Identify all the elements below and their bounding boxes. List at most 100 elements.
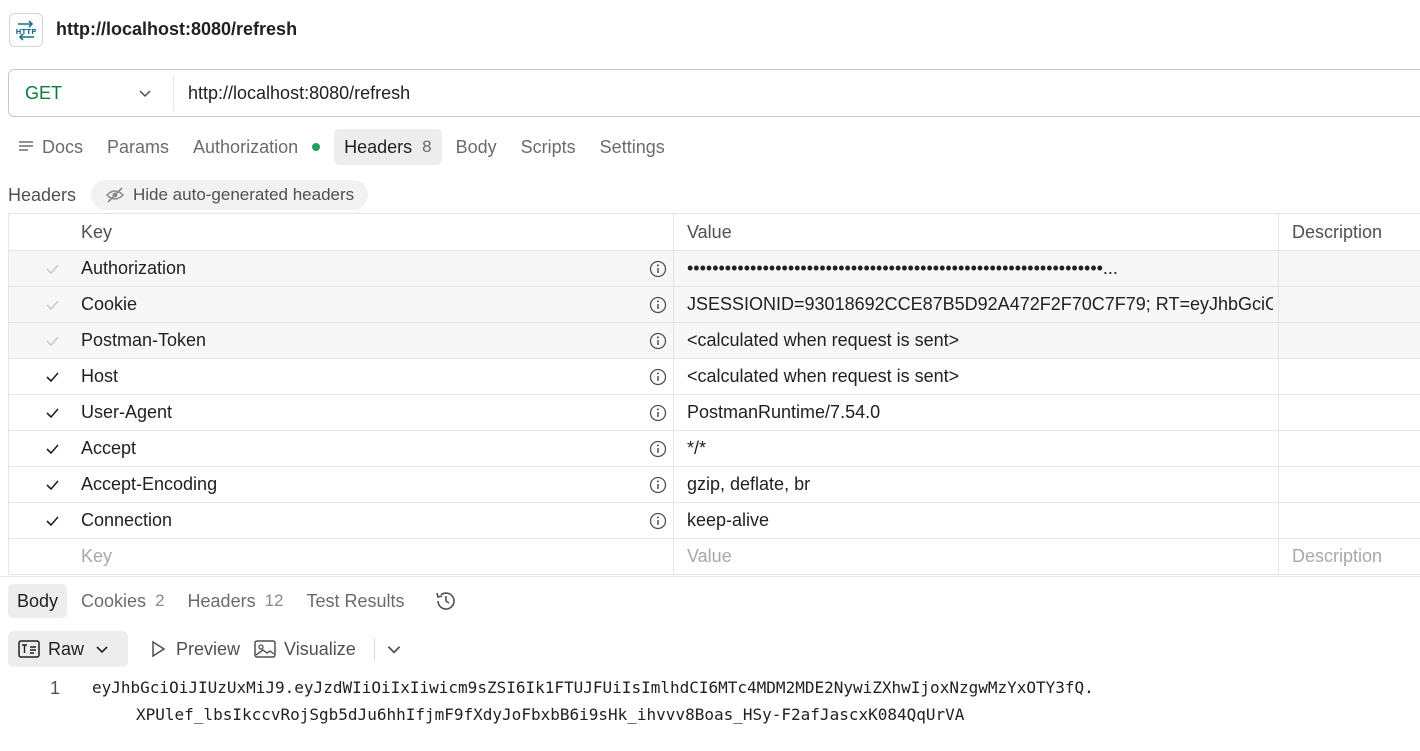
response-view-bar: Raw Preview Visualize <box>8 631 403 667</box>
history-icon[interactable] <box>433 588 459 614</box>
visualize-label: Visualize <box>284 638 356 659</box>
tab-scripts-label: Scripts <box>520 136 576 157</box>
header-description <box>1292 323 1420 358</box>
preview-label: Preview <box>176 638 241 659</box>
info-icon[interactable] <box>649 431 669 466</box>
headers-section-label: Headers <box>8 185 77 205</box>
tab-params[interactable]: Params <box>97 129 179 165</box>
header-description <box>1292 431 1420 466</box>
tab-scripts[interactable]: Scripts <box>511 129 586 165</box>
tab-params-label: Params <box>107 136 170 157</box>
tab-response-cookies[interactable]: Cookies 2 <box>72 584 174 618</box>
header-value: keep-alive <box>687 510 770 530</box>
info-icon[interactable] <box>649 359 669 394</box>
raw-view-label: Raw <box>48 638 85 659</box>
checkmark-icon <box>46 407 59 418</box>
checkmark-icon <box>46 443 59 454</box>
request-header: HTTP http://localhost:8080/refresh <box>0 0 1420 62</box>
tab-response-headers[interactable]: Headers 12 <box>179 584 293 618</box>
header-key: Connection <box>81 510 173 530</box>
new-header-row: Key Value Description <box>8 539 1420 575</box>
row-checkbox[interactable] <box>45 503 65 538</box>
header-description <box>1292 251 1420 286</box>
tab-response-body-label: Body <box>17 590 59 611</box>
new-key-input[interactable]: Key <box>81 539 641 574</box>
row-checkbox[interactable] <box>45 431 65 466</box>
view-bar-divider <box>373 638 375 660</box>
row-checkbox <box>45 287 65 322</box>
info-icon[interactable] <box>649 395 669 430</box>
row-checkbox[interactable] <box>45 395 65 430</box>
header-value: JSESSIONID=93018692CCE87B5D92A472F2F70C7… <box>687 294 1273 314</box>
tab-settings[interactable]: Settings <box>590 129 675 165</box>
tab-authorization[interactable]: Authorization <box>183 129 330 165</box>
raw-view-button[interactable]: Raw <box>8 631 129 667</box>
preview-button[interactable]: Preview <box>136 631 252 667</box>
new-value-input[interactable]: Value <box>687 539 1273 574</box>
response-divider[interactable] <box>0 576 1420 577</box>
table-row: Postman-Token <calculated when request is… <box>8 323 1420 359</box>
svg-text:HTTP: HTTP <box>16 28 37 36</box>
checkmark-icon <box>46 264 59 274</box>
header-key: User-Agent <box>81 402 173 422</box>
chevron-down-icon[interactable] <box>137 85 153 101</box>
header-description <box>1292 359 1420 394</box>
url-divider <box>173 76 174 110</box>
row-checkbox[interactable] <box>45 467 65 502</box>
info-icon[interactable] <box>649 503 669 538</box>
request-tabs: Docs Params Authorization Headers 8 Body… <box>8 129 679 165</box>
info-icon[interactable] <box>649 467 669 502</box>
chevron-down-icon[interactable] <box>385 640 403 658</box>
table-row: Cookie JSESSIONID=93018692CCE87B5D92A472F… <box>8 287 1420 323</box>
image-icon <box>254 640 276 658</box>
checkmark-icon <box>46 515 59 526</box>
tab-authorization-label: Authorization <box>193 136 299 157</box>
header-description <box>1292 287 1420 322</box>
tab-settings-label: Settings <box>599 136 665 157</box>
request-title[interactable]: http://localhost:8080/refresh <box>56 19 297 40</box>
table-header-row: Key Value Description <box>8 214 1420 251</box>
header-key: Authorization <box>81 258 187 278</box>
table-row: Connection keep-alive <box>8 503 1420 539</box>
checkmark-icon <box>46 371 59 382</box>
table-row: Accept-Encoding gzip, deflate, br <box>8 467 1420 503</box>
column-description-header: Description <box>1292 221 1383 242</box>
headers-table: Key Value Description Authorization •••••… <box>8 213 1420 575</box>
info-icon[interactable] <box>649 323 669 358</box>
tab-docs[interactable]: Docs <box>8 129 93 165</box>
tab-docs-label: Docs <box>42 136 84 157</box>
column-key-header: Key <box>81 221 113 242</box>
tab-headers-count: 8 <box>422 137 432 156</box>
chevron-down-icon <box>96 646 108 654</box>
tab-headers-label: Headers <box>344 136 413 157</box>
response-tabs: Body Cookies 2 Headers 12 Test Results <box>8 584 459 618</box>
tab-test-results[interactable]: Test Results <box>298 584 414 618</box>
url-input[interactable]: http://localhost:8080/refresh <box>188 83 410 104</box>
tab-response-cookies-count: 2 <box>155 591 165 610</box>
checkmark-icon <box>46 336 59 346</box>
column-value-header: Value <box>687 221 732 242</box>
header-key: Postman-Token <box>81 330 207 350</box>
new-description-input[interactable]: Description <box>1292 539 1420 574</box>
row-checkbox <box>45 251 65 286</box>
info-icon[interactable] <box>649 251 669 286</box>
row-checkbox[interactable] <box>45 359 65 394</box>
method-select[interactable]: GET <box>25 83 62 104</box>
header-description <box>1292 467 1420 502</box>
header-value: */* <box>687 438 707 458</box>
tab-response-headers-count: 12 <box>264 591 284 610</box>
tab-response-body[interactable]: Body <box>8 584 68 618</box>
play-icon <box>152 640 166 658</box>
visualize-button[interactable]: Visualize <box>252 631 368 667</box>
info-icon[interactable] <box>649 287 669 322</box>
tab-headers[interactable]: Headers 8 <box>334 129 442 165</box>
hide-auto-headers-button[interactable]: Hide auto-generated headers <box>91 180 369 210</box>
header-description <box>1292 503 1420 538</box>
checkmark-icon <box>46 479 59 490</box>
header-value: gzip, deflate, br <box>687 474 811 494</box>
tab-body[interactable]: Body <box>446 129 507 165</box>
header-value: <calculated when request is sent> <box>687 330 960 350</box>
checkmark-icon <box>46 300 59 310</box>
tab-test-results-label: Test Results <box>306 590 405 611</box>
header-key: Accept <box>81 438 137 458</box>
